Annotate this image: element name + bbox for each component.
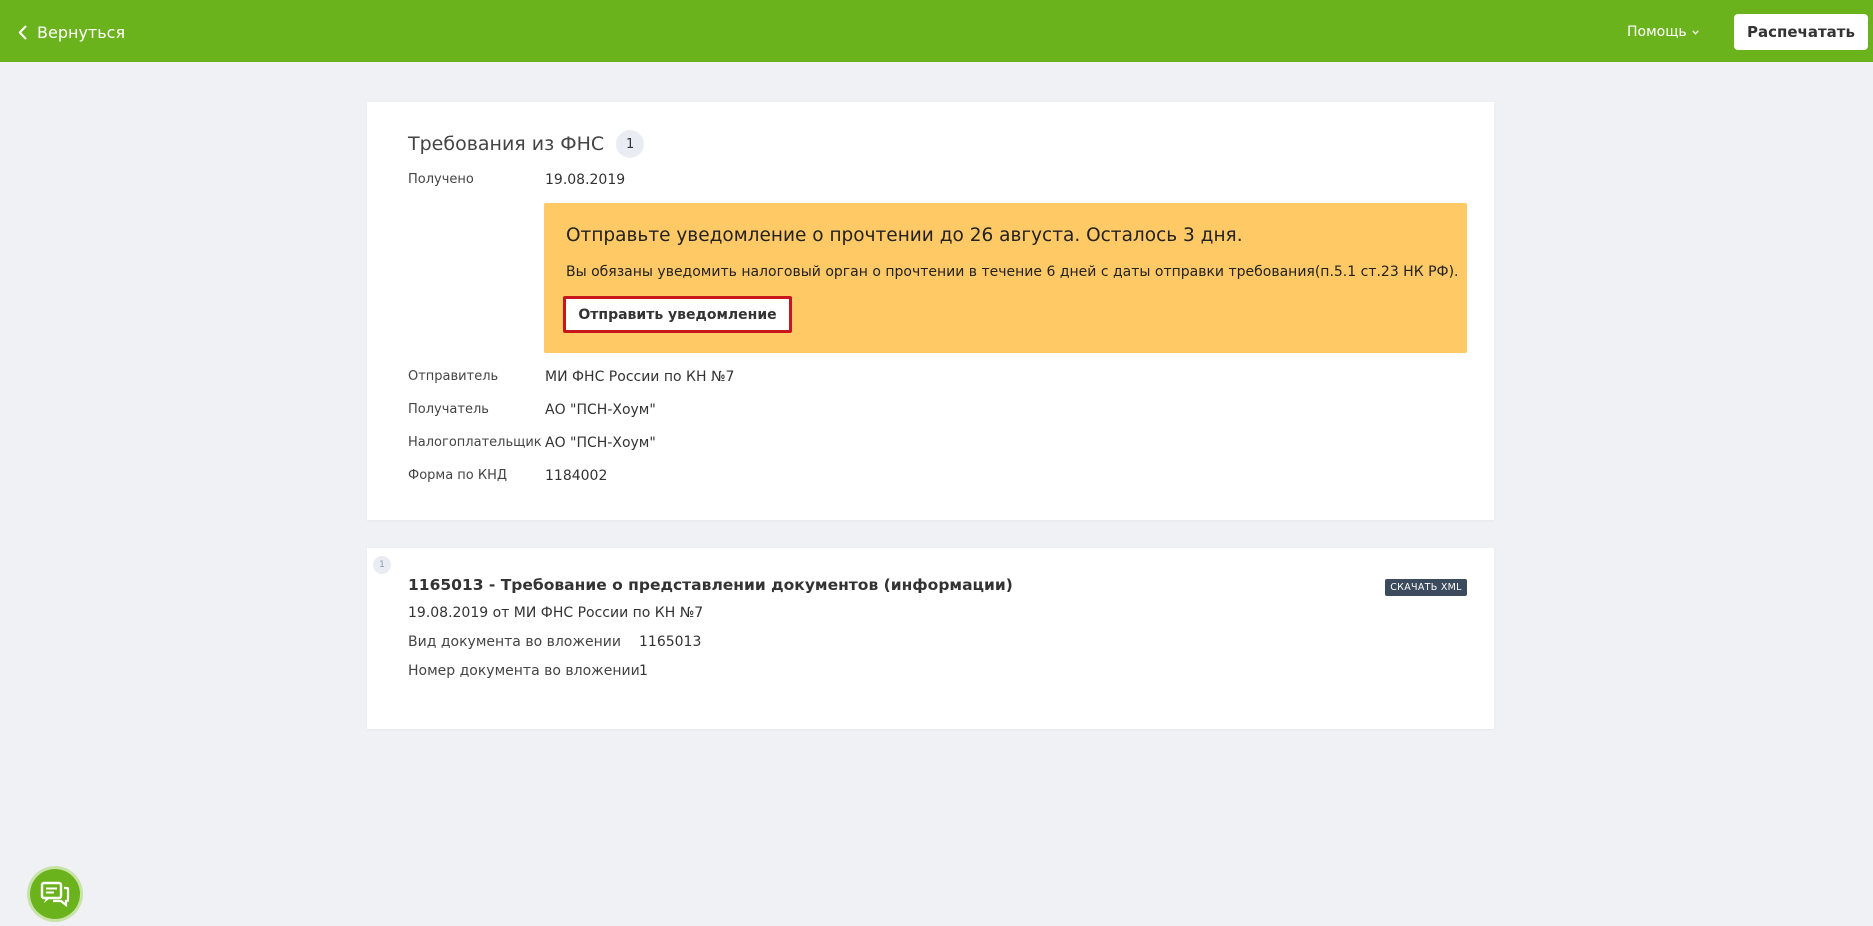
requirements-card: Требования из ФНС 1 Получено 19.08.2019 …: [367, 102, 1494, 520]
document-index-badge: 1: [373, 556, 391, 574]
sender-label: Отправитель: [408, 369, 499, 384]
taxpayer-label: Налогоплательщик: [408, 435, 542, 450]
received-value: 19.08.2019: [545, 172, 626, 188]
chevron-left-icon: [18, 25, 27, 39]
download-xml-button[interactable]: СКАЧАТЬ XML: [1385, 579, 1467, 596]
top-bar: Вернуться Помощь Распечатать: [0, 0, 1873, 62]
chevron-down-icon: [1692, 29, 1699, 35]
document-title: 1165013 - Требование о представлении док…: [408, 576, 1013, 594]
deadline-alert: Отправьте уведомление о прочтении до 26 …: [544, 203, 1467, 353]
recipient-label: Получатель: [408, 402, 489, 417]
received-label: Получено: [408, 172, 474, 187]
count-badge: 1: [616, 130, 645, 158]
send-notification-button[interactable]: Отправить уведомление: [563, 296, 792, 333]
sender-value: МИ ФНС России по КН №7: [545, 369, 735, 385]
help-menu[interactable]: Помощь: [1627, 24, 1699, 40]
taxpayer-value: АО "ПСН-Хоум": [545, 435, 656, 451]
back-button[interactable]: Вернуться: [18, 20, 125, 44]
attachment-number-label: Номер документа во вложении: [408, 663, 640, 679]
help-label: Помощь: [1627, 24, 1687, 40]
alert-title: Отправьте уведомление о прочтении до 26 …: [566, 225, 1243, 246]
recipient-value: АО "ПСН-Хоум": [545, 402, 656, 418]
attachment-type-value: 1165013: [639, 634, 702, 650]
print-button[interactable]: Распечатать: [1734, 14, 1868, 50]
document-subtitle: 19.08.2019 от МИ ФНС России по КН №7: [408, 605, 704, 621]
chat-icon: [40, 881, 70, 907]
attachment-number-value: 1: [639, 663, 648, 679]
knd-form-value: 1184002: [545, 468, 608, 484]
alert-text: Вы обязаны уведомить налоговый орган о п…: [566, 264, 1459, 280]
chat-button[interactable]: [30, 869, 80, 919]
document-card: 1 1165013 - Требование о представлении д…: [367, 548, 1494, 729]
attachment-type-label: Вид документа во вложении: [408, 634, 621, 650]
knd-form-label: Форма по КНД: [408, 468, 508, 483]
back-label: Вернуться: [37, 22, 126, 42]
requirements-title-row: Требования из ФНС 1: [408, 130, 645, 158]
page-title: Требования из ФНС: [408, 133, 605, 155]
